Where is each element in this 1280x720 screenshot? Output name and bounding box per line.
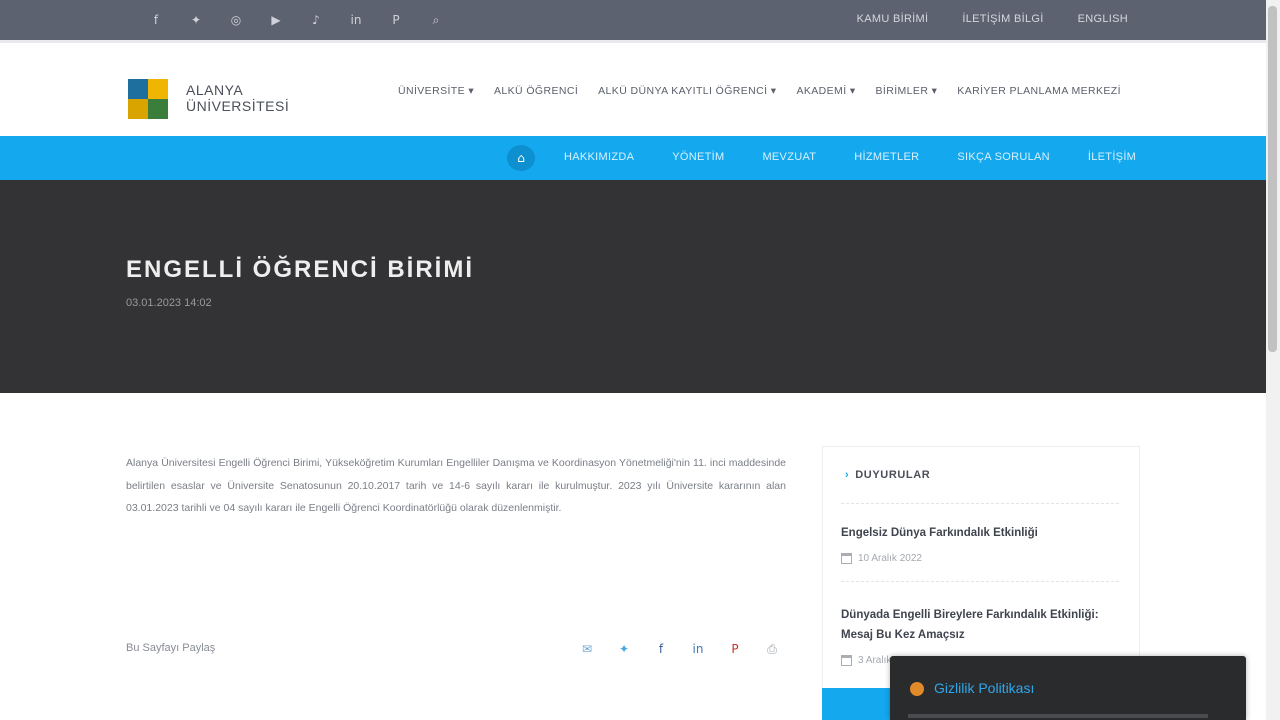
share-label: Bu Sayfayı Paylaş [126, 642, 216, 654]
chevron-right-icon: › [845, 469, 850, 481]
top-social-icons: f ✦ ◎ ▶ ♪ in P ⌕ [136, 11, 456, 29]
unit-nav-hakkimizda[interactable]: HAKKIMIZDA [564, 151, 634, 163]
top-link-contact[interactable]: İLETİŞİM BİLGİ [962, 13, 1043, 25]
top-bar: f ✦ ◎ ▶ ♪ in P ⌕ KAMU BİRİMİ İLETİŞİM BİLGİ ENG… [0, 0, 1266, 40]
article-body: Alanya Üniversitesi Engelli Öğrenci Biri… [126, 457, 786, 514]
logo-line-2: ÜNİVERSİTESİ [186, 98, 290, 114]
tiktok-icon[interactable]: ♪ [296, 11, 336, 29]
page-hero: ENGELLİ ÖĞRENCİ BİRİMİ 03.01.2023 14:02 [0, 180, 1266, 393]
share-print-icon[interactable]: ⎙ [763, 640, 781, 658]
nav-item-kariyer[interactable]: KARİYER PLANLAMA MERKEZİ [957, 85, 1121, 97]
unit-nav-yonetim[interactable]: YÖNETİM [672, 151, 724, 163]
share-linkedin-icon[interactable]: in [689, 640, 707, 658]
popup-text-line [908, 714, 1208, 718]
share-email-icon[interactable]: ✉ [578, 640, 596, 658]
sidebar-heading-label: DUYURULAR [855, 469, 931, 481]
privacy-popup[interactable]: Gizlilik Politikası [890, 656, 1246, 720]
unit-nav-links: HAKKIMIZDA YÖNETİM MEVZUAT HİZMETLER SIK… [564, 151, 1136, 163]
scrollbar-thumb[interactable] [1268, 6, 1277, 352]
nav-item-dunya-ogrenci[interactable]: ALKÜ DÜNYA KAYITLI ÖĞRENCİ ▾ [598, 85, 776, 97]
cookie-icon [910, 682, 924, 696]
youtube-icon[interactable]: ▶ [256, 11, 296, 29]
divider [841, 581, 1119, 582]
page: f ✦ ◎ ▶ ♪ in P ⌕ KAMU BİRİMİ İLETİŞİM BİLGİ ENG… [0, 0, 1266, 720]
unit-nav-sss[interactable]: SIKÇA SORULAN [957, 151, 1050, 163]
unit-nav-mevzuat[interactable]: MEVZUAT [762, 151, 816, 163]
announcement-date-label: 10 Aralık 2022 [858, 553, 922, 564]
top-links: KAMU BİRİMİ İLETİŞİM BİLGİ ENGLISH [857, 13, 1128, 25]
facebook-icon[interactable]: f [136, 11, 176, 29]
site-header: ALANYA ÜNİVERSİTESİ ÜNİVERSİTE ▾ ALKÜ ÖĞ… [0, 40, 1266, 139]
unit-nav: ⌂ HAKKIMIZDA YÖNETİM MEVZUAT HİZMETLER S… [0, 136, 1266, 180]
popup-title[interactable]: Gizlilik Politikası [934, 680, 1034, 696]
pinterest-icon[interactable]: P [376, 11, 416, 29]
share-facebook-icon[interactable]: f [652, 640, 670, 658]
main-nav: ÜNİVERSİTE ▾ ALKÜ ÖĞRENCİ ALKÜ DÜNYA KAY… [398, 85, 1121, 97]
share-icons: ✉ ✦ f in P ⎙ [578, 640, 781, 658]
share-pinterest-icon[interactable]: P [726, 640, 744, 658]
nav-item-birimler[interactable]: BİRİMLER ▾ [876, 85, 938, 97]
calendar-icon [841, 655, 852, 666]
unit-nav-iletisim[interactable]: İLETİŞİM [1088, 151, 1136, 163]
page-date: 03.01.2023 14:02 [126, 297, 212, 309]
nav-item-universite[interactable]: ÜNİVERSİTE ▾ [398, 85, 474, 97]
linkedin-icon[interactable]: in [336, 11, 376, 29]
home-icon[interactable]: ⌂ [507, 145, 535, 171]
unit-nav-hizmetler[interactable]: HİZMETLER [854, 151, 919, 163]
nav-item-ogrenci[interactable]: ALKÜ ÖĞRENCİ [494, 85, 578, 97]
calendar-icon [841, 553, 852, 564]
nav-item-akademi[interactable]: AKADEMİ ▾ [796, 85, 855, 97]
twitter-icon[interactable]: ✦ [176, 11, 216, 29]
share-twitter-icon[interactable]: ✦ [615, 640, 633, 658]
announcement-title[interactable]: Engelsiz Dünya Farkındalık Etkinliği [841, 523, 1101, 543]
search-icon[interactable]: ⌕ [416, 11, 456, 29]
page-title: ENGELLİ ÖĞRENCİ BİRİMİ [126, 256, 475, 283]
top-link-kamu[interactable]: KAMU BİRİMİ [857, 13, 929, 25]
instagram-icon[interactable]: ◎ [216, 11, 256, 29]
announcement-date: 10 Aralık 2022 [841, 553, 922, 564]
logo-text[interactable]: ALANYA ÜNİVERSİTESİ [186, 82, 289, 114]
divider [841, 503, 1119, 504]
announcement-title[interactable]: Dünyada Engelli Bireylere Farkındalık Et… [841, 605, 1101, 645]
university-logo[interactable] [128, 79, 168, 119]
logo-line-1: ALANYA [186, 82, 244, 98]
sidebar-heading: › DUYURULAR [845, 469, 930, 481]
top-link-english[interactable]: ENGLISH [1078, 13, 1128, 25]
